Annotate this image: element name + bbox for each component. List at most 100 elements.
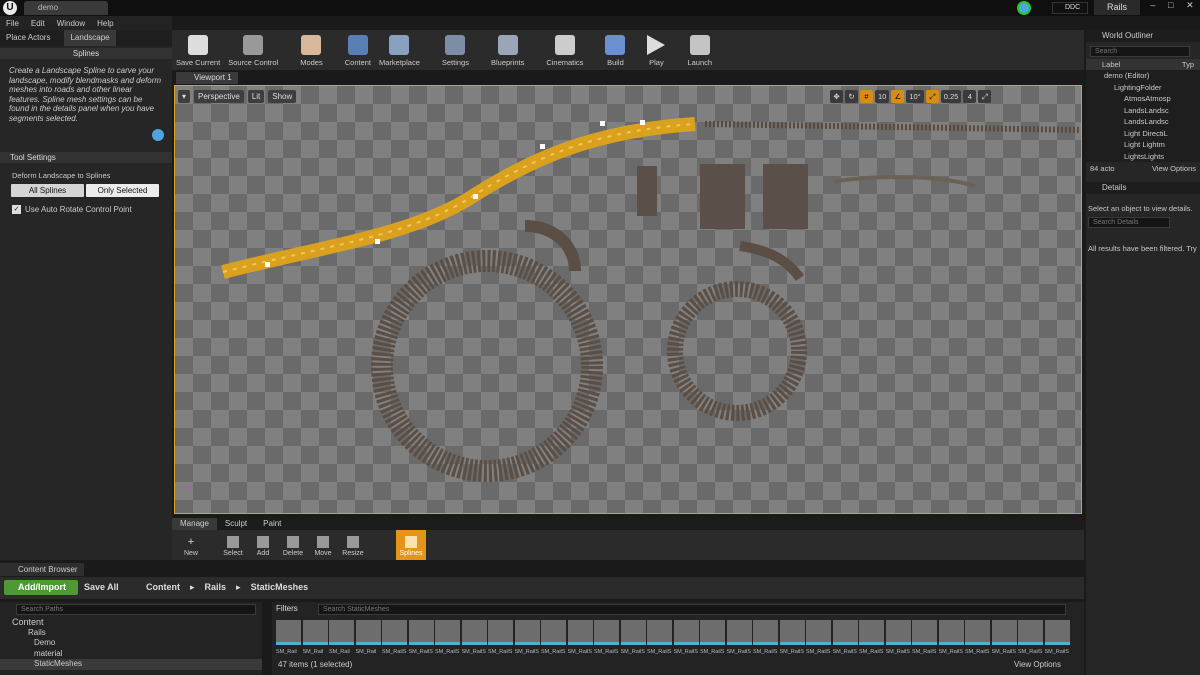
scale-snap-value[interactable]: 0.25	[940, 90, 962, 103]
outliner-view-options[interactable]: View Options	[1152, 162, 1196, 176]
search-paths-input[interactable]: Search Paths	[16, 604, 256, 615]
asset-thumbnail[interactable]	[885, 620, 911, 645]
blueprints-button[interactable]: Blueprints	[487, 30, 528, 70]
details-tab[interactable]: Details	[1086, 182, 1200, 194]
small-rail-circle[interactable]	[667, 281, 807, 421]
select-tool-button[interactable]: Select	[220, 530, 246, 560]
source-control-button[interactable]: Source Control	[224, 30, 282, 70]
asset-thumbnail[interactable]	[779, 620, 805, 645]
help-globe-icon[interactable]	[152, 129, 164, 141]
lit-button[interactable]: Lit	[247, 90, 265, 103]
translate-icon[interactable]: ✥	[830, 90, 843, 103]
spline-point[interactable]	[540, 144, 545, 149]
asset-thumbnail[interactable]	[1044, 620, 1070, 645]
add-import-button[interactable]: Add/Import	[4, 580, 78, 595]
ddc-indicator[interactable]: DDC	[1052, 2, 1088, 14]
minimize-icon[interactable]: –	[1150, 0, 1155, 14]
viewport-tab[interactable]: Viewport 1	[176, 72, 238, 84]
tab-place-actors[interactable]: Place Actors	[0, 30, 56, 46]
asset-thumbnail[interactable]	[435, 620, 460, 645]
asset-thumbnail[interactable]	[461, 620, 487, 645]
move-tool-button[interactable]: Move	[310, 530, 336, 560]
details-search-input[interactable]: Search Details	[1088, 217, 1170, 228]
asset-thumbnail[interactable]	[514, 620, 540, 645]
straight-rail-track[interactable]	[704, 121, 1082, 133]
breadcrumb-rails[interactable]: Rails	[205, 580, 227, 595]
asset-thumbnail[interactable]	[991, 620, 1017, 645]
camera-speed-value[interactable]: 4	[963, 90, 977, 103]
outliner-row[interactable]: LandsLandsc	[1104, 105, 1200, 117]
asset-thumbnail[interactable]	[859, 620, 884, 645]
tab-landscape[interactable]: Landscape	[64, 30, 116, 46]
tree-folder-selected[interactable]: StaticMeshes	[0, 659, 262, 670]
menu-help[interactable]: Help	[91, 19, 119, 28]
maximize-viewport-icon[interactable]: ⤢	[978, 90, 992, 103]
breadcrumb-staticmeshes[interactable]: StaticMeshes	[251, 580, 309, 595]
asset-search-input[interactable]: Search StaticMeshes	[318, 604, 1066, 615]
outliner-row[interactable]: Light Lightm	[1104, 139, 1200, 151]
tab-sculpt[interactable]: Sculpt	[217, 518, 255, 530]
rotation-snap-value[interactable]: 10°	[906, 90, 924, 103]
outliner-search-input[interactable]: Search	[1090, 46, 1190, 57]
asset-thumbnail[interactable]	[276, 620, 301, 645]
tree-folder[interactable]: Rails	[0, 628, 262, 639]
asset-thumbnail[interactable]	[329, 620, 354, 645]
grid-snap-toggle-icon[interactable]: #	[860, 90, 873, 103]
menu-edit[interactable]: Edit	[25, 19, 51, 28]
large-rail-circle[interactable]	[371, 250, 603, 482]
asset-view-options[interactable]: View Options	[1014, 660, 1061, 669]
outliner-row[interactable]: LandsLandsc	[1104, 116, 1200, 128]
cinematics-button[interactable]: Cinematics	[542, 30, 587, 70]
launch-button[interactable]: Launch	[683, 30, 716, 70]
marketplace-button[interactable]: Marketplace	[375, 30, 424, 70]
save-all-button[interactable]: Save All	[84, 580, 119, 595]
asset-thumbnail[interactable]	[620, 620, 646, 645]
all-splines-button[interactable]: All Splines	[11, 184, 84, 197]
asset-thumbnail[interactable]	[1018, 620, 1043, 645]
perspective-button[interactable]: Perspective	[194, 90, 244, 103]
spline-point[interactable]	[473, 194, 478, 199]
asset-thumbnail[interactable]	[382, 620, 407, 645]
spline-point[interactable]	[375, 239, 380, 244]
tree-folder[interactable]: Content	[0, 617, 262, 628]
add-tool-button[interactable]: Add	[250, 530, 276, 560]
asset-thumbnail[interactable]	[567, 620, 593, 645]
tree-folder[interactable]: material	[0, 649, 262, 660]
asset-thumbnail[interactable]	[700, 620, 725, 645]
content-button[interactable]: Content	[341, 30, 375, 70]
maximize-icon[interactable]: □	[1168, 0, 1173, 14]
delete-tool-button[interactable]: Delete	[280, 530, 306, 560]
rail-piece[interactable]	[637, 166, 657, 216]
rotate-icon[interactable]: ↻	[845, 90, 858, 103]
new-tool-button[interactable]: + New	[178, 530, 204, 560]
curved-rail-piece[interactable]	[524, 220, 581, 272]
play-button[interactable]: Play	[643, 30, 669, 70]
curved-rail-piece[interactable]	[739, 241, 805, 281]
asset-thumbnail[interactable]	[488, 620, 513, 645]
world-outliner-tab[interactable]: World Outliner	[1086, 30, 1200, 42]
auto-rotate-checkbox[interactable]: ✓	[12, 205, 21, 214]
breadcrumb-content[interactable]: Content	[146, 580, 180, 595]
menu-window[interactable]: Window	[51, 19, 91, 28]
scale-snap-toggle-icon[interactable]: ⤢	[925, 90, 939, 103]
type-column-header[interactable]: Typ	[1182, 59, 1194, 70]
spline-point[interactable]	[640, 120, 645, 125]
filters-button[interactable]: Filters	[276, 604, 298, 613]
landscape-spline-road[interactable]	[221, 117, 696, 279]
rail-piece[interactable]	[700, 164, 745, 229]
curved-rail-piece[interactable]	[834, 175, 976, 188]
rotation-snap-toggle-icon[interactable]: ∠	[891, 90, 905, 103]
show-button[interactable]: Show	[268, 90, 297, 103]
outliner-row[interactable]: LightsLights	[1104, 151, 1200, 163]
asset-thumbnail[interactable]	[408, 620, 434, 645]
spline-point[interactable]	[265, 262, 270, 267]
modes-button[interactable]: Modes	[296, 30, 327, 70]
close-icon[interactable]: ✕	[1186, 0, 1194, 14]
tool-settings-header[interactable]: Tool Settings	[0, 152, 172, 163]
asset-thumbnail[interactable]	[594, 620, 619, 645]
settings-button[interactable]: Settings	[438, 30, 473, 70]
tab-manage[interactable]: Manage	[172, 518, 217, 530]
outliner-row[interactable]: AtmosAtmosp	[1104, 93, 1200, 105]
spline-point[interactable]	[600, 121, 605, 126]
asset-thumbnail[interactable]	[832, 620, 858, 645]
